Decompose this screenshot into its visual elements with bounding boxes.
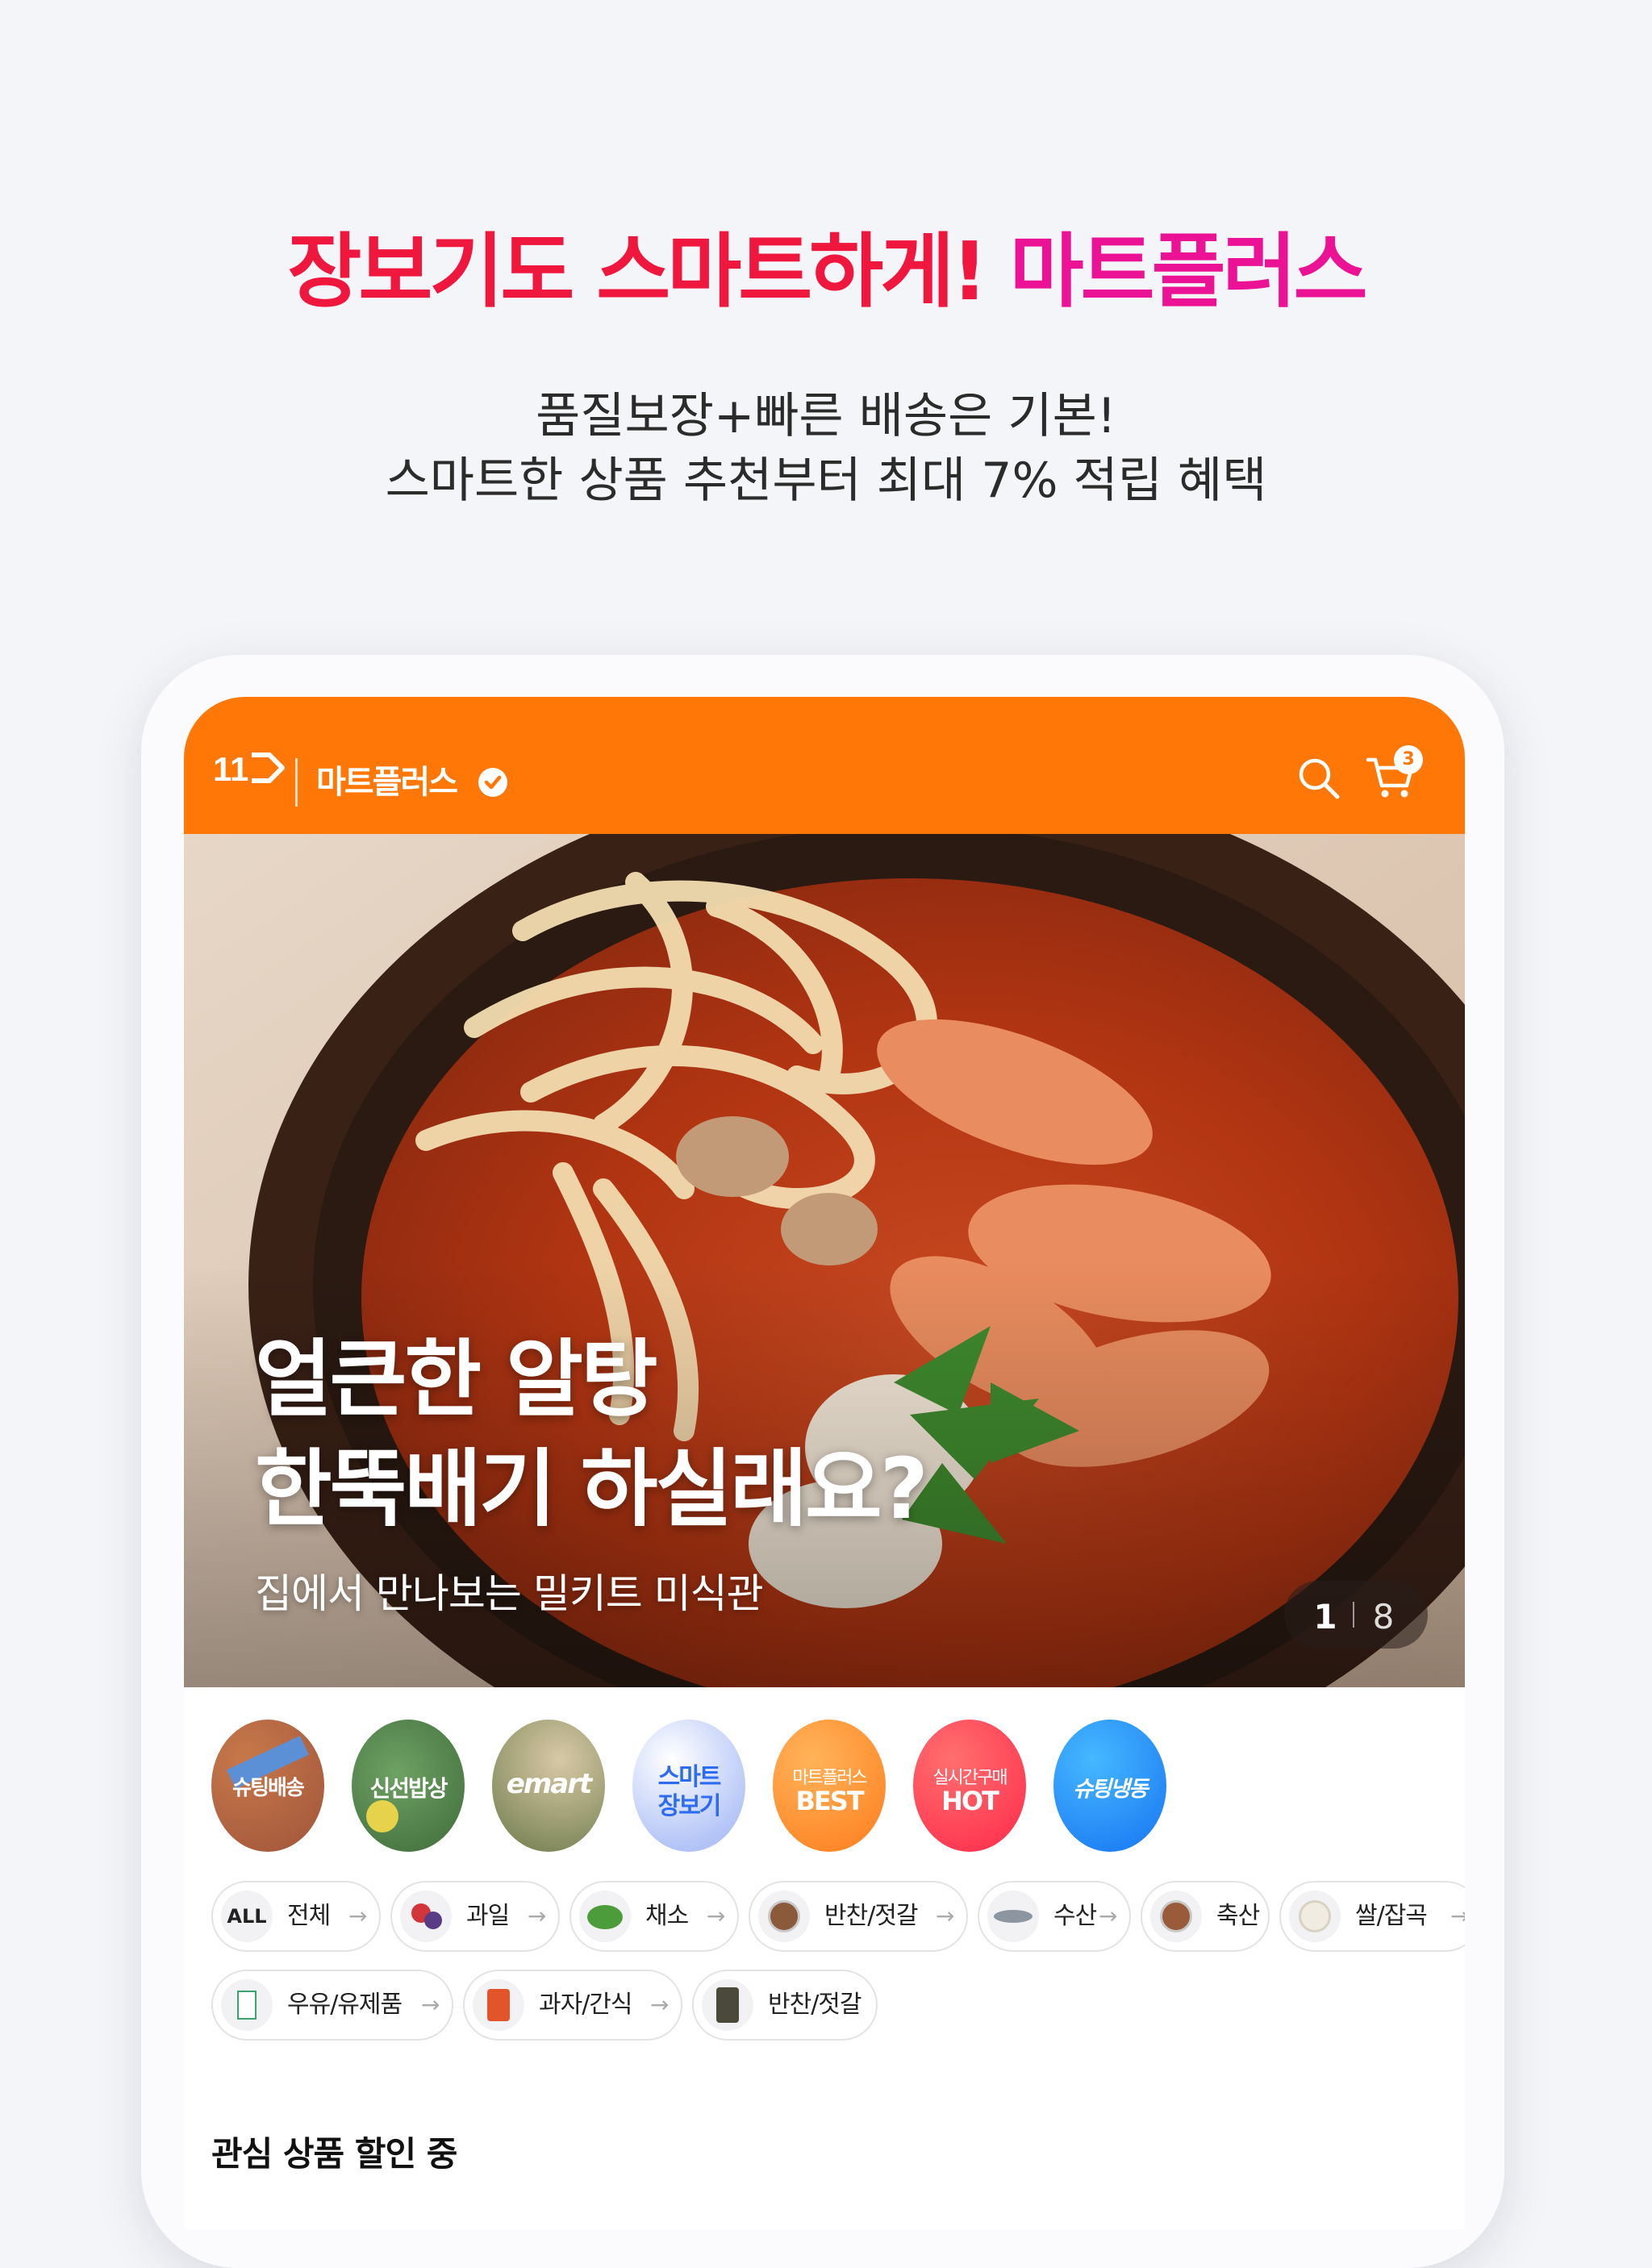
shortcut-label: 신선밥상 bbox=[369, 1775, 448, 1802]
section-title: 관심 상품 할인 중 bbox=[211, 2134, 457, 2174]
chip-label: 우유/유제품 bbox=[287, 1991, 403, 2019]
shortcut-mart-best[interactable]: 마트플러스 BEST bbox=[773, 1720, 886, 1852]
meat-icon bbox=[1150, 1891, 1202, 1942]
shortcut-fresh-table[interactable]: 신선밥상 bbox=[352, 1720, 465, 1852]
promo-headline: 장보기도 스마트하게! 마트플러스 bbox=[0, 227, 1652, 316]
vegetable-image bbox=[366, 1800, 398, 1832]
hero-title-line2: 한뚝배기 하실래요? bbox=[255, 1440, 928, 1538]
milk-icon bbox=[221, 1979, 273, 2031]
headline-main: 장보기도 스마트하게! bbox=[287, 224, 987, 319]
category-chip-seafood[interactable]: 수산 → bbox=[978, 1881, 1131, 1952]
arrow-right-icon: → bbox=[650, 1991, 670, 2018]
eleven-street-logo[interactable]: 11 bbox=[213, 750, 286, 786]
headline-brand: 마트플러스 bbox=[1009, 224, 1368, 319]
emart-logo: emart bbox=[506, 1768, 592, 1800]
arrow-right-icon: → bbox=[1099, 1903, 1118, 1929]
rice-icon bbox=[1289, 1891, 1341, 1942]
category-chip-side-dish[interactable]: 반찬/젓갈 → bbox=[749, 1881, 968, 1952]
shortcut-label-line2: 장보기 bbox=[657, 1792, 722, 1820]
chip-label: 과자/간식 bbox=[539, 1991, 633, 2019]
pager-divider bbox=[1353, 1602, 1354, 1628]
shortcut-label: 슈팅배송 bbox=[232, 1776, 305, 1800]
chip-label: 수산 bbox=[1053, 1902, 1097, 1930]
side-dish-jar-icon bbox=[702, 1979, 753, 2031]
cart-count-badge: 3 bbox=[1394, 745, 1423, 774]
hero-title-line1: 얼큰한 알탕 bbox=[255, 1330, 658, 1428]
side-dish-icon bbox=[758, 1891, 810, 1942]
shortcut-shooting-delivery[interactable]: 슈팅배송 bbox=[211, 1720, 324, 1852]
shortcut-realtime-hot[interactable]: 실시간구매 HOT bbox=[913, 1720, 1026, 1852]
category-chip-meat[interactable]: 축산 bbox=[1141, 1881, 1270, 1952]
app-screen: 11 마트플러스 3 얼큰한 알탕 한뚝배기 하실래요? 집에서 만나보는 밀키… bbox=[184, 697, 1465, 2229]
shortcut-smart-shopping[interactable]: 스마트 장보기 bbox=[632, 1720, 745, 1852]
svg-text:11: 11 bbox=[213, 750, 248, 786]
category-chip-vegetable[interactable]: 채소 → bbox=[569, 1881, 739, 1952]
arrow-right-icon: → bbox=[348, 1903, 368, 1929]
app-header: 11 마트플러스 3 bbox=[184, 697, 1465, 834]
all-icon: ALL bbox=[221, 1891, 273, 1942]
category-chip-fruit[interactable]: 과일 → bbox=[390, 1881, 560, 1952]
promo-subline-1: 품질보장+빠른 배송은 기본! bbox=[536, 388, 1116, 444]
brand-title[interactable]: 마트플러스 bbox=[316, 760, 458, 805]
fish-icon bbox=[987, 1891, 1039, 1942]
pager-total: 8 bbox=[1372, 1597, 1395, 1636]
shortcut-frozen-delivery[interactable]: 슈팅냉동 bbox=[1053, 1720, 1166, 1852]
chip-label: 반찬/젓갈 bbox=[768, 1991, 862, 2019]
arrow-right-icon: → bbox=[421, 1991, 440, 2018]
arrow-right-icon: → bbox=[528, 1903, 547, 1929]
chip-label: 반찬/젓갈 bbox=[824, 1902, 919, 1930]
verified-check-icon bbox=[478, 768, 507, 797]
vegetable-icon bbox=[579, 1891, 631, 1942]
category-chip-rice[interactable]: 쌀/잡곡 → bbox=[1279, 1881, 1465, 1952]
hero-banner[interactable]: 얼큰한 알탕 한뚝배기 하실래요? 집에서 만나보는 밀키트 미식관 1 8 bbox=[184, 834, 1465, 1687]
arrow-right-icon: → bbox=[936, 1903, 955, 1929]
category-chip-side-dish-2[interactable]: 반찬/젓갈 bbox=[692, 1970, 878, 2041]
hero-subtitle: 집에서 만나보는 밀키트 미식관 bbox=[255, 1570, 764, 1617]
fruit-icon bbox=[400, 1891, 452, 1942]
arrow-right-icon: → bbox=[707, 1903, 726, 1929]
chip-label: 쌀/잡곡 bbox=[1355, 1902, 1428, 1930]
chip-label: 전체 bbox=[287, 1902, 331, 1930]
search-icon[interactable] bbox=[1295, 755, 1342, 802]
snack-icon bbox=[473, 1979, 524, 2031]
category-chip-all[interactable]: ALL 전체 → bbox=[211, 1881, 381, 1952]
banner-pager[interactable]: 1 8 bbox=[1284, 1581, 1428, 1649]
shortcut-label-line2: HOT bbox=[941, 1786, 999, 1816]
arrow-right-icon: → bbox=[1450, 1903, 1465, 1929]
pager-current: 1 bbox=[1313, 1597, 1337, 1636]
promo-subline-2: 스마트한 상품 추천부터 최대 7% 적립 혜택 bbox=[385, 452, 1267, 509]
chip-label: 채소 bbox=[645, 1902, 689, 1930]
category-chip-snack[interactable]: 과자/간식 → bbox=[463, 1970, 682, 2041]
logo-divider bbox=[295, 758, 298, 807]
chip-label: 과일 bbox=[466, 1902, 510, 1930]
shortcut-label: 슈팅냉동 bbox=[1073, 1777, 1148, 1802]
shortcut-label-line2: BEST bbox=[795, 1786, 864, 1816]
shortcut-emart[interactable]: emart bbox=[492, 1720, 605, 1852]
altang-food-image bbox=[184, 834, 1465, 1687]
category-chip-dairy[interactable]: 우유/유제품 → bbox=[211, 1970, 453, 2041]
shortcut-row: 슈팅배송 신선밥상 emart 스마트 장보기 마트플러스 BEST 실시간구매… bbox=[211, 1720, 1454, 1852]
chip-label: 축산 bbox=[1216, 1902, 1260, 1930]
hero-title: 얼큰한 알탕 한뚝배기 하실래요? bbox=[255, 1324, 928, 1544]
